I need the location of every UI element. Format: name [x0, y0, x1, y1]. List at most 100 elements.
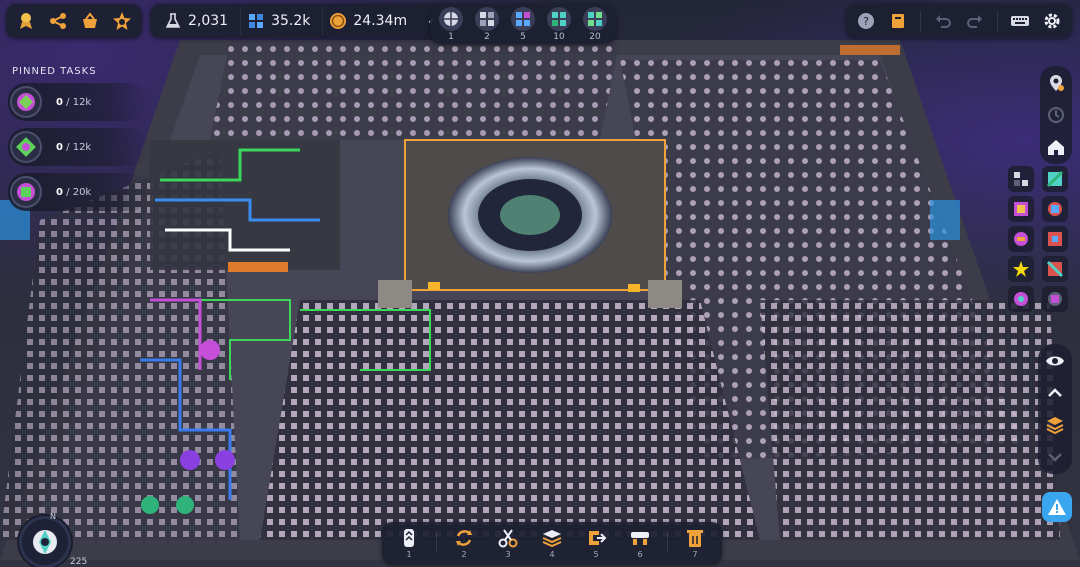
blocks-counter: 35.2k: [240, 7, 316, 35]
warning-alert-button[interactable]: [1042, 492, 1072, 522]
belt-tool[interactable]: 1: [388, 524, 430, 562]
settings-gear-icon[interactable]: [1038, 7, 1066, 35]
quick-actions-bar: [6, 4, 142, 38]
layer-shape-icon: [511, 6, 535, 31]
layer-shape-icon: [475, 6, 499, 31]
task-current: 0: [56, 141, 63, 153]
painter-icon: [585, 527, 607, 549]
pinned-tasks-panel: PINNED TASKS 0 / 12k 0 / 12k 0 / 20k: [8, 66, 148, 218]
research-value: 2,031: [188, 13, 229, 29]
shape-shortcut[interactable]: [1042, 196, 1068, 222]
task-target: / 20k: [66, 186, 92, 198]
redo-icon[interactable]: [961, 7, 989, 35]
shape-shortcut[interactable]: [1008, 196, 1034, 222]
share-icon[interactable]: [44, 7, 72, 35]
wiki-book-icon[interactable]: [884, 7, 912, 35]
resource-counters: 2,031 35.2k 24.34m ‹: [150, 4, 452, 38]
star-badge-icon[interactable]: [108, 7, 136, 35]
shape-icon: [1048, 292, 1062, 306]
layer-shape-icon: [583, 6, 607, 31]
shape-shortcut[interactable]: [1042, 256, 1068, 282]
shape-shortcut[interactable]: [1042, 286, 1068, 312]
help-icon[interactable]: ?: [852, 7, 880, 35]
layer-number: 1: [448, 31, 454, 42]
layer-shape-icon: [439, 6, 463, 31]
layer-option[interactable]: 1: [436, 6, 466, 42]
layer-option[interactable]: 10: [544, 6, 574, 42]
cutter-tool[interactable]: 3: [487, 524, 529, 562]
task-current: 0: [56, 186, 63, 198]
shape-icon: [1046, 170, 1064, 188]
tool-hotkey: 3: [505, 550, 511, 559]
home-icon[interactable]: [1043, 134, 1069, 160]
star-icon: [1013, 261, 1029, 277]
pinned-tasks-title: PINNED TASKS: [12, 66, 97, 77]
layer-number: 10: [553, 31, 565, 42]
task-shape-icon: [10, 86, 42, 118]
right-rail-top: [1040, 66, 1072, 164]
rotator-tool[interactable]: 2: [443, 524, 485, 562]
shape-shortcut[interactable]: [1008, 256, 1034, 282]
shape-shortcut[interactable]: [1008, 166, 1034, 192]
layers-stack-icon[interactable]: [1042, 412, 1068, 438]
task-shape-icon: [10, 176, 42, 208]
currency-value: 24.34m: [353, 13, 408, 29]
task-current: 0: [56, 96, 63, 108]
camera-compass[interactable]: [22, 519, 68, 565]
layer-selector: 1 2 5 10 20: [430, 4, 616, 44]
shape-shortcut[interactable]: [1042, 226, 1068, 252]
task-target: / 12k: [66, 141, 92, 153]
belt-icon: [398, 527, 420, 549]
shape-icon: [1014, 202, 1028, 216]
shop-basket-icon[interactable]: [76, 7, 104, 35]
location-pin-icon[interactable]: [1043, 70, 1069, 96]
svg-text:?: ?: [863, 15, 869, 28]
task-progress: 0 / 20k: [56, 187, 91, 198]
shape-icon: [1014, 172, 1028, 186]
blocks-icon: [247, 12, 265, 30]
layer-down-chevron-icon[interactable]: [1042, 444, 1068, 470]
layer-option[interactable]: 5: [508, 6, 538, 42]
rotator-icon: [453, 527, 475, 549]
task-progress: 0 / 12k: [56, 142, 91, 153]
trash-tool[interactable]: 7: [674, 524, 716, 562]
balancer-icon: [629, 527, 651, 549]
keyboard-icon[interactable]: [1006, 7, 1034, 35]
divider: [667, 533, 668, 553]
pinned-task[interactable]: 0 / 20k: [8, 173, 148, 211]
achievements-icon[interactable]: [12, 7, 40, 35]
factory-platform[interactable]: [0, 0, 1080, 567]
stacker-icon: [541, 527, 563, 549]
right-rail-bottom: [1038, 344, 1072, 474]
layer-number: 20: [589, 31, 601, 42]
cutter-icon: [497, 527, 519, 549]
layer-option[interactable]: 2: [472, 6, 502, 42]
shape-icon: [1048, 232, 1062, 246]
shape-shortcut[interactable]: [1008, 226, 1034, 252]
tool-hotkey: 4: [549, 550, 555, 559]
layer-option[interactable]: 20: [580, 6, 610, 42]
tool-hotkey: 7: [692, 550, 698, 559]
painter-tool[interactable]: 5: [575, 524, 617, 562]
eye-visibility-icon[interactable]: [1042, 348, 1068, 374]
compass-shape-icon: [30, 527, 60, 557]
history-icon[interactable]: [1043, 102, 1069, 128]
shape-icon: [1046, 260, 1064, 278]
layer-up-chevron-icon[interactable]: [1042, 380, 1068, 406]
shape-icon: [1014, 232, 1028, 246]
shape-shortcuts: [1008, 166, 1072, 312]
pinned-task[interactable]: 0 / 12k: [8, 83, 148, 121]
coin-icon: [329, 12, 347, 30]
balancer-tool[interactable]: 6: [619, 524, 661, 562]
undo-icon[interactable]: [929, 7, 957, 35]
shape-shortcut[interactable]: [1008, 286, 1034, 312]
layer-shape-icon: [547, 6, 571, 31]
divider: [920, 11, 921, 31]
factory-world-view[interactable]: [0, 0, 1080, 567]
research-counter: 2,031: [158, 7, 234, 35]
tool-hotkey: 1: [406, 550, 412, 559]
pinned-task[interactable]: 0 / 12k: [8, 128, 148, 166]
tool-hotkey: 6: [637, 550, 643, 559]
shape-shortcut[interactable]: [1042, 166, 1068, 192]
stacker-tool[interactable]: 4: [531, 524, 573, 562]
